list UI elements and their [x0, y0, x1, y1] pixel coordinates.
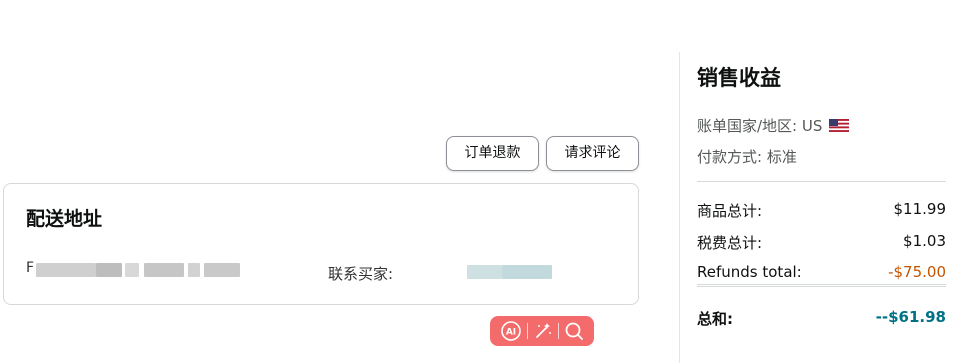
tax-total-value: $1.03 [903, 232, 946, 250]
refunds-total-row: Refunds total: -$75.00 [697, 263, 946, 281]
billing-country-label: 账单国家/地区: US [697, 117, 823, 135]
section-divider [697, 284, 946, 285]
ai-assistant-toolbar: AI [490, 316, 594, 346]
sales-proceeds-panel: 销售收益 账单国家/地区: US 付款方式: 标准 商品总计: $11.99 税… [697, 60, 946, 328]
shipping-address-text: F [26, 260, 35, 276]
shipping-address-card: 配送地址 F 联系买家: [3, 183, 639, 305]
items-total-value: $11.99 [893, 200, 947, 218]
sales-proceeds-title: 销售收益 [697, 66, 781, 90]
request-review-button[interactable]: 请求评论 [546, 136, 639, 171]
grand-total-row: 总和: --$61.98 [697, 308, 946, 329]
billing-country: 账单国家/地区: US [697, 115, 850, 136]
contact-buyer-label: 联系买家: [328, 265, 394, 283]
tax-total-row: 税费总计: $1.03 [697, 232, 946, 253]
grand-total-label: 总和: [697, 310, 733, 328]
us-flag-icon [829, 119, 850, 132]
ai-icon[interactable]: AI [500, 320, 522, 342]
refunds-total-value: -$75.00 [888, 263, 946, 281]
magic-wand-icon[interactable] [533, 321, 553, 341]
search-icon[interactable] [564, 321, 584, 341]
refunds-total-label: Refunds total: [697, 263, 802, 281]
toolbar-separator [557, 323, 559, 339]
panel-divider [679, 52, 680, 363]
grand-total-value: --$61.98 [875, 308, 946, 326]
items-total-label: 商品总计: [697, 202, 763, 220]
toolbar-separator [527, 323, 529, 339]
tax-total-label: 税费总计: [697, 234, 763, 252]
section-divider [697, 286, 946, 287]
shipping-address-title: 配送地址 [26, 208, 103, 230]
section-divider [697, 181, 946, 182]
svg-text:AI: AI [506, 328, 516, 338]
items-total-row: 商品总计: $11.99 [697, 200, 946, 221]
refund-order-button[interactable]: 订单退款 [446, 136, 539, 171]
payment-method: 付款方式: 标准 [697, 148, 797, 166]
